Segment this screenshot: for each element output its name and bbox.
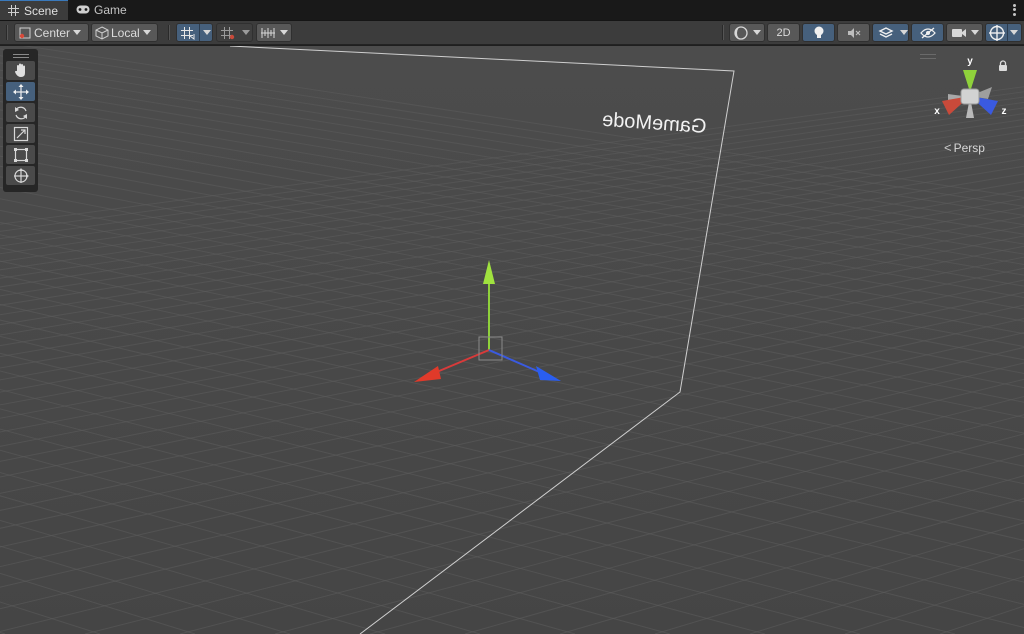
projection-toggle[interactable]: < Persp bbox=[944, 140, 985, 155]
hand-tool-button[interactable] bbox=[6, 61, 35, 80]
eye-hidden-icon bbox=[919, 27, 936, 39]
tools-overlay bbox=[3, 49, 38, 192]
toggle-2d-label: 2D bbox=[776, 26, 791, 39]
transform-tool-icon bbox=[13, 167, 29, 184]
move-tool-icon bbox=[12, 83, 29, 100]
gizmo-z-label: z bbox=[1002, 106, 1007, 117]
scene-grid: GameMode bbox=[0, 46, 1024, 634]
pivot-rotation-dropdown[interactable]: Local bbox=[91, 23, 158, 42]
camera-settings-dropdown[interactable] bbox=[946, 23, 983, 42]
projection-label: Persp bbox=[953, 140, 985, 155]
move-tool-button[interactable] bbox=[6, 82, 35, 101]
audio-muted-icon bbox=[847, 27, 861, 39]
shaded-sphere-icon bbox=[734, 25, 748, 40]
draw-mode-dropdown[interactable] bbox=[729, 23, 765, 42]
tab-scene[interactable]: Scene bbox=[0, 0, 69, 20]
increment-snap-button[interactable] bbox=[216, 23, 253, 42]
tab-game-label: Game bbox=[94, 2, 127, 17]
increment-snap-icon bbox=[220, 26, 236, 40]
pivot-mode-label: Center bbox=[34, 25, 71, 40]
grid-snapping-button[interactable] bbox=[176, 23, 213, 42]
grid-snap-icon bbox=[180, 26, 196, 40]
ruler-snap-button[interactable] bbox=[256, 23, 292, 42]
toggle-2d-button[interactable]: 2D bbox=[767, 23, 800, 42]
transform-tool-button[interactable] bbox=[6, 166, 35, 185]
tab-scene-label: Scene bbox=[24, 3, 59, 18]
pivot-mode-dropdown[interactable]: Center bbox=[14, 23, 89, 42]
local-cube-icon bbox=[95, 25, 109, 40]
hidden-objects-button[interactable] bbox=[911, 23, 944, 42]
ruler-icon bbox=[260, 26, 276, 40]
effects-dropdown[interactable] bbox=[872, 23, 909, 42]
tab-game[interactable]: Game bbox=[70, 0, 137, 20]
orientation-gizmo[interactable]: y x z bbox=[930, 52, 1010, 132]
rotate-tool-button[interactable] bbox=[6, 103, 35, 122]
scene-viewport[interactable]: GameMode bbox=[0, 46, 1024, 634]
gizmos-globe-icon bbox=[989, 24, 1005, 41]
lightbulb-icon bbox=[813, 26, 825, 40]
gizmo-center-cube[interactable] bbox=[960, 88, 980, 105]
effects-layers-icon bbox=[878, 26, 894, 40]
more-options-icon[interactable] bbox=[1010, 3, 1018, 17]
toolbar-grip bbox=[6, 25, 8, 40]
scene-toolbar: Center Local 2D bbox=[0, 21, 1024, 45]
scene-grid-icon bbox=[6, 4, 20, 18]
rect-tool-icon bbox=[13, 147, 29, 163]
gizmo-x-label: x bbox=[934, 106, 940, 117]
scale-tool-icon bbox=[13, 126, 29, 142]
toolbar-grip bbox=[168, 25, 170, 40]
overlay-grip[interactable] bbox=[6, 51, 35, 61]
persp-chevron-icon: < bbox=[944, 140, 952, 155]
toolbar-grip bbox=[722, 25, 724, 40]
pivot-rotation-label: Local bbox=[111, 25, 140, 40]
scene-audio-button[interactable] bbox=[837, 23, 870, 42]
rect-tool-button[interactable] bbox=[6, 145, 35, 164]
hand-tool-icon bbox=[14, 63, 28, 78]
gamepad-icon bbox=[76, 3, 90, 17]
pivot-center-icon bbox=[18, 26, 32, 40]
camera-icon bbox=[951, 27, 967, 39]
scale-tool-button[interactable] bbox=[6, 124, 35, 143]
gizmos-dropdown[interactable] bbox=[985, 23, 1022, 42]
tab-bar: Scene Game bbox=[0, 0, 1024, 21]
scene-lighting-button[interactable] bbox=[802, 23, 835, 42]
rotate-tool-icon bbox=[13, 105, 29, 121]
gizmo-y-label: y bbox=[967, 56, 973, 67]
